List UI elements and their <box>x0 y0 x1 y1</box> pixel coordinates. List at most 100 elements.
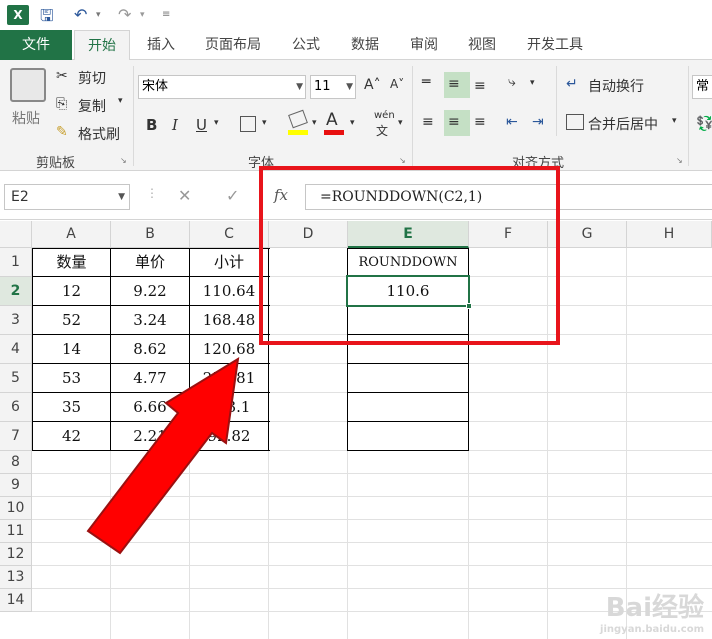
phonetic-dropdown-icon[interactable]: ▾ <box>398 118 403 128</box>
merge-dropdown-icon[interactable]: ▾ <box>672 116 677 126</box>
table-cell[interactable]: 52 <box>33 306 110 334</box>
font-color-dropdown-icon[interactable]: ▾ <box>350 118 355 128</box>
tab-data[interactable]: 数据 <box>338 30 392 60</box>
increase-indent-icon[interactable]: ⇥ <box>532 114 544 130</box>
decrease-indent-icon[interactable]: ⇤ <box>506 114 518 130</box>
cell-a1[interactable]: 数量 <box>33 249 110 276</box>
underline-dropdown-icon[interactable]: ▾ <box>214 118 219 128</box>
number-format-combo[interactable]: 常 <box>692 75 712 99</box>
tab-page-layout[interactable]: 页面布局 <box>192 30 274 60</box>
accounting-format-icon[interactable]: 💱 <box>696 116 712 132</box>
table-cell[interactable]: 9.22 <box>111 277 189 305</box>
column-header-h[interactable]: H <box>627 221 712 248</box>
select-all-corner[interactable] <box>0 221 32 248</box>
table-border <box>347 392 469 393</box>
row-header[interactable]: 9 <box>0 474 32 497</box>
border-dropdown-icon[interactable]: ▾ <box>262 118 267 128</box>
font-name-value: 宋体 <box>142 79 169 94</box>
bottom-align-icon[interactable]: ≡ <box>474 78 486 94</box>
wrap-text-button[interactable]: 自动换行 <box>588 76 644 96</box>
decrease-font-icon[interactable]: A˅ <box>390 77 404 91</box>
row-header[interactable]: 4 <box>0 335 32 364</box>
row-header[interactable]: 1 <box>0 248 32 277</box>
copy-dropdown-icon[interactable]: ▾ <box>118 96 123 106</box>
copy-button[interactable]: 复制 <box>78 96 106 116</box>
align-center-icon[interactable]: ≡ <box>448 114 460 130</box>
fill-color-icon[interactable] <box>288 109 308 129</box>
redo-dropdown-icon[interactable]: ▾ <box>140 10 145 20</box>
column-header-b[interactable]: B <box>111 221 190 248</box>
border-icon[interactable] <box>240 116 256 132</box>
table-cell[interactable]: 12 <box>33 277 110 305</box>
row-header[interactable]: 6 <box>0 393 32 422</box>
name-box-value: E2 <box>11 189 29 205</box>
chevron-down-icon[interactable]: ▼ <box>118 185 125 209</box>
row-header[interactable]: 10 <box>0 497 32 520</box>
chevron-down-icon[interactable]: ▼ <box>296 76 303 98</box>
save-icon[interactable]: 🖫 <box>40 5 54 32</box>
watermark: Bai经验 jingyan.baidu.com <box>600 587 704 635</box>
ribbon-separator <box>412 66 413 166</box>
table-border <box>347 421 469 422</box>
row-header[interactable]: 8 <box>0 451 32 474</box>
row-header[interactable]: 14 <box>0 589 32 612</box>
fill-dropdown-icon[interactable]: ▾ <box>312 118 317 128</box>
cell-b1[interactable]: 单价 <box>111 249 189 276</box>
more-options-icon[interactable]: ⋮ <box>146 186 158 200</box>
tab-formulas[interactable]: 公式 <box>280 30 332 60</box>
middle-align-icon[interactable]: ≡ <box>448 76 460 92</box>
chevron-down-icon[interactable]: ▼ <box>346 76 353 98</box>
table-cell[interactable]: 3.24 <box>111 306 189 334</box>
customize-icon[interactable]: ≡ <box>162 9 170 20</box>
orientation-icon[interactable]: ⤷ <box>508 74 516 90</box>
tab-developer[interactable]: 开发工具 <box>514 30 596 60</box>
font-size-combo[interactable]: 11 ▼ <box>310 75 356 99</box>
name-box[interactable]: E2 ▼ <box>4 184 130 210</box>
tab-file[interactable]: 文件 <box>0 30 72 60</box>
column-header-c[interactable]: C <box>190 221 269 248</box>
wrap-text-icon: ↵ <box>566 76 578 92</box>
phonetic-icon[interactable]: wén <box>374 110 395 121</box>
row-header[interactable]: 12 <box>0 543 32 566</box>
annotation-arrow <box>86 357 240 555</box>
undo-icon[interactable]: ↶ <box>74 5 87 24</box>
table-cell[interactable]: 110.64 <box>190 277 268 305</box>
merge-center-button[interactable]: 合并后居中 <box>588 114 658 134</box>
row-header[interactable]: 13 <box>0 566 32 589</box>
align-right-icon[interactable]: ≡ <box>474 114 486 130</box>
paste-icon[interactable] <box>10 68 46 102</box>
tab-home[interactable]: 开始 <box>74 30 130 61</box>
clipboard-launcher-icon[interactable]: ↘ <box>120 156 127 165</box>
row-header[interactable]: 5 <box>0 364 32 393</box>
redo-icon[interactable]: ↷ <box>118 5 131 24</box>
row-header[interactable]: 11 <box>0 520 32 543</box>
cancel-icon[interactable]: ✕ <box>178 186 191 205</box>
tab-review[interactable]: 审阅 <box>398 30 450 60</box>
column-header-a[interactable]: A <box>32 221 111 248</box>
table-cell[interactable]: 168.48 <box>190 306 268 334</box>
tab-insert[interactable]: 插入 <box>136 30 186 60</box>
number-format-value: 常 <box>696 79 710 94</box>
font-launcher-icon[interactable]: ↘ <box>399 156 406 165</box>
alignment-launcher-icon[interactable]: ↘ <box>676 156 683 165</box>
increase-font-icon[interactable]: A˄ <box>364 77 381 93</box>
cut-button[interactable]: 剪切 <box>78 68 106 88</box>
font-name-combo[interactable]: 宋体 ▼ <box>138 75 306 99</box>
row-header[interactable]: 7 <box>0 422 32 451</box>
italic-icon[interactable]: I <box>172 116 178 134</box>
row-header[interactable]: 2 <box>0 277 32 306</box>
format-painter-button[interactable]: 格式刷 <box>78 124 120 144</box>
underline-icon[interactable]: U <box>196 116 207 134</box>
bold-icon[interactable]: B <box>146 116 157 134</box>
orientation-dropdown-icon[interactable]: ▾ <box>530 78 535 88</box>
cell-c1[interactable]: 小计 <box>190 249 268 276</box>
undo-dropdown-icon[interactable]: ▾ <box>96 10 101 20</box>
tab-view[interactable]: 视图 <box>456 30 508 60</box>
font-color-icon[interactable]: A <box>326 110 338 130</box>
paste-button[interactable]: 粘贴 <box>12 108 40 128</box>
top-align-icon[interactable]: ═ <box>422 74 430 90</box>
row-header[interactable]: 3 <box>0 306 32 335</box>
arrow-shape <box>86 357 240 555</box>
align-left-icon[interactable]: ≡ <box>422 114 434 130</box>
confirm-icon[interactable]: ✓ <box>226 186 239 205</box>
